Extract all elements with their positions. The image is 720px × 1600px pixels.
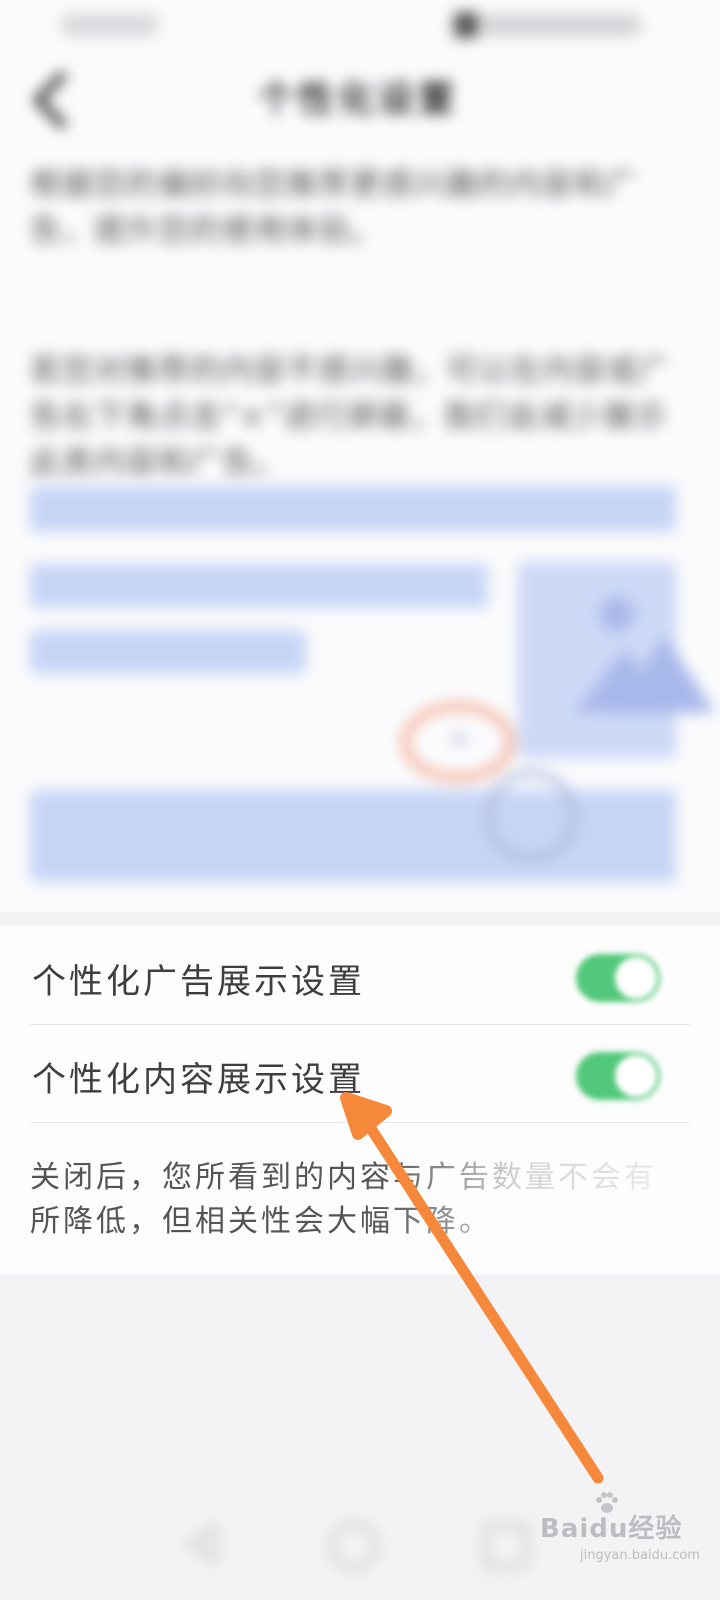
- signal-indicator: [62, 14, 157, 36]
- illustration-block: [30, 564, 488, 608]
- blur-overlay: [380, 1148, 680, 1258]
- nav-back-icon[interactable]: [180, 1522, 224, 1566]
- setting-label: 个性化内容展示设置: [32, 1060, 365, 1100]
- close-icon: ✕: [450, 728, 469, 753]
- setting-row-content-personalization[interactable]: 个性化内容展示设置: [30, 1024, 690, 1123]
- page-title: 个性化设置: [258, 79, 459, 120]
- setting-label: 个性化广告展示设置: [32, 962, 365, 1002]
- status-icons: [450, 14, 640, 36]
- illustration-block: [30, 630, 306, 674]
- section-divider: [0, 912, 720, 926]
- description-paragraph: 若您对推荐的内容不感兴趣，可以在内容或广告右下角点击“×”进行屏蔽，我们会减少展…: [30, 353, 670, 481]
- battery-icon: [455, 12, 477, 38]
- toggle-knob: [615, 957, 657, 999]
- watermark-text: Baidu经验: [540, 1514, 683, 1544]
- content-personalization-toggle[interactable]: [576, 1052, 660, 1100]
- status-bar: [0, 0, 720, 50]
- chevron-left-icon[interactable]: [26, 70, 76, 130]
- image-sun-shape: [600, 597, 634, 631]
- app-header: 个性化设置: [0, 52, 720, 142]
- ad-personalization-toggle[interactable]: [576, 954, 660, 1002]
- toggle-knob: [615, 1055, 657, 1097]
- settings-list: 个性化广告展示设置 个性化内容展示设置 关闭后，您所看到的内容与广告数量不会有所…: [0, 926, 720, 1274]
- nav-home-icon[interactable]: [330, 1522, 378, 1570]
- description-paragraph: 根据您的偏好向您推荐更感兴趣的内容和广告，提升您的使用体验。: [30, 167, 638, 249]
- image-hill-shape: [615, 635, 715, 713]
- nav-recent-icon[interactable]: [484, 1524, 528, 1568]
- watermark-url: jingyan.baidu.com: [580, 1548, 700, 1563]
- watermark: Baidu经验 jingyan.baidu.com: [540, 1492, 710, 1563]
- setting-row-ad-personalization[interactable]: 个性化广告展示设置: [30, 926, 690, 1025]
- illustration-block: [30, 790, 676, 882]
- illustration-block: [30, 486, 676, 532]
- hand-pointer-icon: [486, 770, 576, 860]
